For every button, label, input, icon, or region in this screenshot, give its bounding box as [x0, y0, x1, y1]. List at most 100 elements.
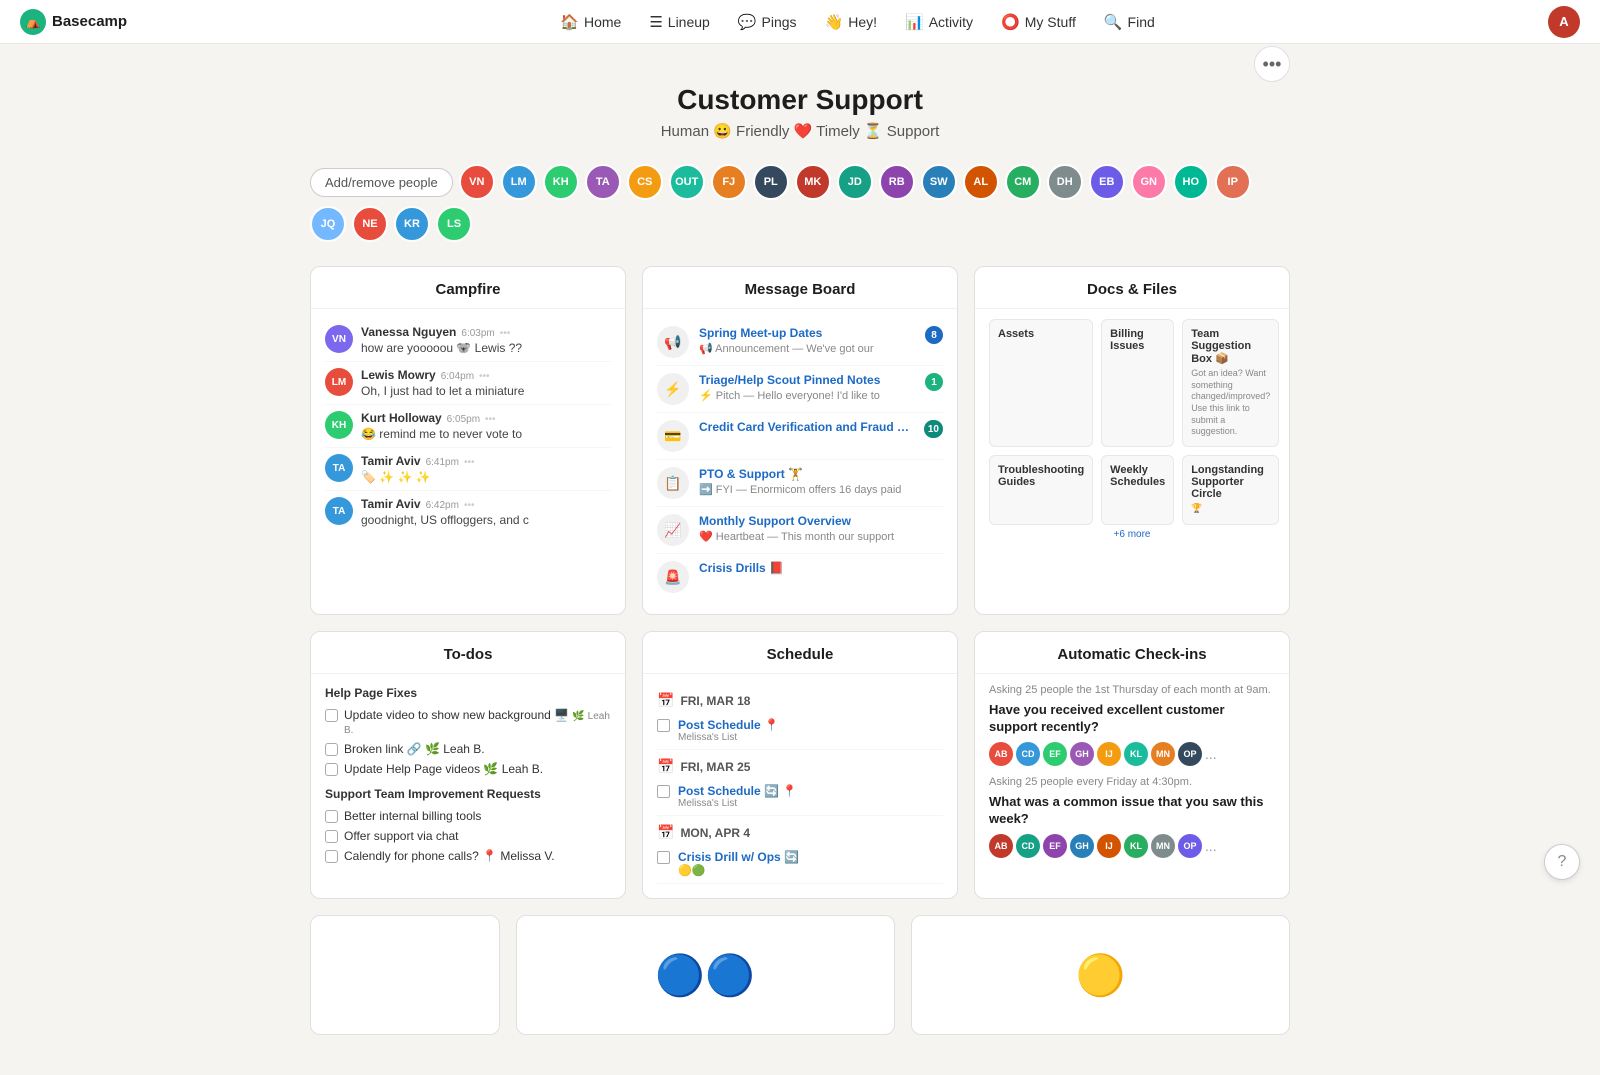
- nav-hey[interactable]: 👋 Hey!: [813, 7, 889, 37]
- schedule-date-label: FRI, MAR 18: [680, 694, 750, 708]
- brand-name: Basecamp: [52, 13, 127, 30]
- checkin-avatar[interactable]: KL: [1124, 834, 1148, 858]
- checkin-avatar[interactable]: OP: [1178, 834, 1202, 858]
- todo-checkbox[interactable]: [325, 763, 338, 776]
- todo-checkbox[interactable]: [325, 830, 338, 843]
- team-avatar[interactable]: RB: [879, 164, 915, 200]
- team-avatar[interactable]: MK: [795, 164, 831, 200]
- team-avatar[interactable]: VN: [459, 164, 495, 200]
- add-remove-people-button[interactable]: Add/remove people: [310, 168, 453, 197]
- todo-checkbox[interactable]: [325, 743, 338, 756]
- team-avatar[interactable]: CS: [627, 164, 663, 200]
- nav-home[interactable]: 🏠 Home: [548, 7, 633, 37]
- team-avatar[interactable]: IP: [1215, 164, 1251, 200]
- checkin-avatar[interactable]: KL: [1124, 742, 1148, 766]
- nav-find[interactable]: 🔍 Find: [1092, 7, 1167, 37]
- msg-options[interactable]: •••: [500, 328, 511, 339]
- team-avatar[interactable]: KR: [394, 206, 430, 242]
- msg-options[interactable]: •••: [464, 500, 475, 511]
- todo-checkbox[interactable]: [325, 810, 338, 823]
- message-board-item[interactable]: 📋 PTO & Support 🏋 ➡️ FYI — Enormicom off…: [657, 460, 943, 507]
- team-avatar[interactable]: JD: [837, 164, 873, 200]
- team-avatar[interactable]: GN: [1131, 164, 1167, 200]
- team-avatar[interactable]: OUT: [669, 164, 705, 200]
- team-avatar[interactable]: PL: [753, 164, 789, 200]
- schedule-checkbox[interactable]: [657, 785, 670, 798]
- checkin-avatar[interactable]: EF: [1043, 834, 1067, 858]
- message-board-item[interactable]: 📢 Spring Meet-up Dates 📢 Announcement — …: [657, 319, 943, 366]
- doc-item[interactable]: Longstanding Supporter Circle 🏆: [1182, 455, 1279, 525]
- checkin-avatar[interactable]: IJ: [1097, 834, 1121, 858]
- schedule-checkbox[interactable]: [657, 719, 670, 732]
- checkin-avatar[interactable]: MN: [1151, 834, 1175, 858]
- team-avatar[interactable]: KH: [543, 164, 579, 200]
- docs-more-link[interactable]: +6 more: [989, 525, 1275, 540]
- message-board-item[interactable]: 📈 Monthly Support Overview ❤️ Heartbeat …: [657, 507, 943, 554]
- team-avatar[interactable]: LS: [436, 206, 472, 242]
- checkin-avatar[interactable]: AB: [989, 834, 1013, 858]
- checkin-avatar[interactable]: OP: [1178, 742, 1202, 766]
- campfire-header: Campfire: [311, 267, 625, 309]
- msg-board-title: Crisis Drills 📕: [699, 561, 943, 575]
- team-avatar[interactable]: NE: [352, 206, 388, 242]
- project-options-button[interactable]: •••: [1254, 46, 1290, 82]
- doc-item[interactable]: Troubleshooting Guides: [989, 455, 1093, 525]
- brand-logo[interactable]: ⛺ Basecamp: [20, 9, 127, 35]
- checkin-avatar[interactable]: MN: [1151, 742, 1175, 766]
- nav-mystuff[interactable]: ⭕ My Stuff: [989, 7, 1088, 37]
- campfire-message: KH Kurt Holloway 6:05pm ••• 😂 remind me …: [325, 405, 611, 448]
- nav-lineup[interactable]: ☰ Lineup: [637, 7, 722, 37]
- schedule-event[interactable]: Post Schedule 📍 Melissa's List: [657, 714, 943, 750]
- doc-item[interactable]: Assets: [989, 319, 1093, 447]
- checkin-avatar[interactable]: GH: [1070, 742, 1094, 766]
- activity-icon: 📊: [905, 13, 924, 31]
- team-avatar[interactable]: EB: [1089, 164, 1125, 200]
- team-avatar[interactable]: LM: [501, 164, 537, 200]
- team-avatar[interactable]: CM: [1005, 164, 1041, 200]
- doc-item[interactable]: Team Suggestion Box 📦 Got an idea? Want …: [1182, 319, 1279, 447]
- nav-activity[interactable]: 📊 Activity: [893, 7, 985, 37]
- checkin-avatar[interactable]: CD: [1016, 742, 1040, 766]
- message-board-item[interactable]: 💳 Credit Card Verification and Fraud Con…: [657, 413, 943, 460]
- checkin-avatar[interactable]: IJ: [1097, 742, 1121, 766]
- checkin-avatar[interactable]: AB: [989, 742, 1013, 766]
- team-avatar[interactable]: HO: [1173, 164, 1209, 200]
- todo-checkbox[interactable]: [325, 709, 338, 722]
- todo-item: Update video to show new background 🖥️ 🌿…: [325, 705, 611, 739]
- user-avatar[interactable]: A: [1548, 6, 1580, 38]
- team-avatar[interactable]: SW: [921, 164, 957, 200]
- nav-pings[interactable]: 💬 Pings: [726, 7, 809, 37]
- todo-checkbox[interactable]: [325, 850, 338, 863]
- project-subtitle: Human 😀 Friendly ❤️ Timely ⏳ Support: [310, 122, 1290, 140]
- team-avatar[interactable]: JQ: [310, 206, 346, 242]
- checkin-avatar[interactable]: CD: [1016, 834, 1040, 858]
- msg-options[interactable]: •••: [464, 457, 475, 468]
- checkin-avatar[interactable]: EF: [1043, 742, 1067, 766]
- schedule-checkbox[interactable]: [657, 851, 670, 864]
- msg-options[interactable]: •••: [479, 371, 490, 382]
- doc-item[interactable]: Billing Issues: [1101, 319, 1174, 447]
- schedule-event-sub: Melissa's List: [678, 798, 943, 809]
- msg-board-subtitle: ❤️ Heartbeat — This month our support: [699, 530, 943, 543]
- team-avatar[interactable]: AL: [963, 164, 999, 200]
- checkin-avatar[interactable]: GH: [1070, 834, 1094, 858]
- help-button[interactable]: ?: [1544, 844, 1580, 880]
- message-board-item[interactable]: 🚨 Crisis Drills 📕: [657, 554, 943, 600]
- team-avatar[interactable]: TA: [585, 164, 621, 200]
- team-avatar[interactable]: DH: [1047, 164, 1083, 200]
- schedule-event[interactable]: Post Schedule 🔄 📍 Melissa's List: [657, 780, 943, 816]
- schedule-event[interactable]: Crisis Drill w/ Ops 🔄 🟡🟢: [657, 846, 943, 884]
- middle-cards-grid: To-dos Help Page Fixes Update video to s…: [310, 631, 1290, 899]
- docs-grid: Assets Billing Issues Team Suggestion Bo…: [989, 319, 1275, 525]
- message-board-item[interactable]: ⚡ Triage/Help Scout Pinned Notes ⚡ Pitch…: [657, 366, 943, 413]
- doc-item[interactable]: Weekly Schedules: [1101, 455, 1174, 525]
- team-avatar[interactable]: FJ: [711, 164, 747, 200]
- msg-options[interactable]: •••: [485, 414, 496, 425]
- msg-content: Lewis Mowry 6:04pm ••• Oh, I just had to…: [361, 368, 611, 398]
- docs-files-body: Assets Billing Issues Team Suggestion Bo…: [975, 309, 1289, 554]
- project-title: Customer Support: [310, 84, 1290, 116]
- msg-avatar: KH: [325, 411, 353, 439]
- checkins-card: Automatic Check-ins Asking 25 people the…: [974, 631, 1290, 899]
- campfire-message: LM Lewis Mowry 6:04pm ••• Oh, I just had…: [325, 362, 611, 405]
- todo-text: Better internal billing tools: [344, 809, 611, 823]
